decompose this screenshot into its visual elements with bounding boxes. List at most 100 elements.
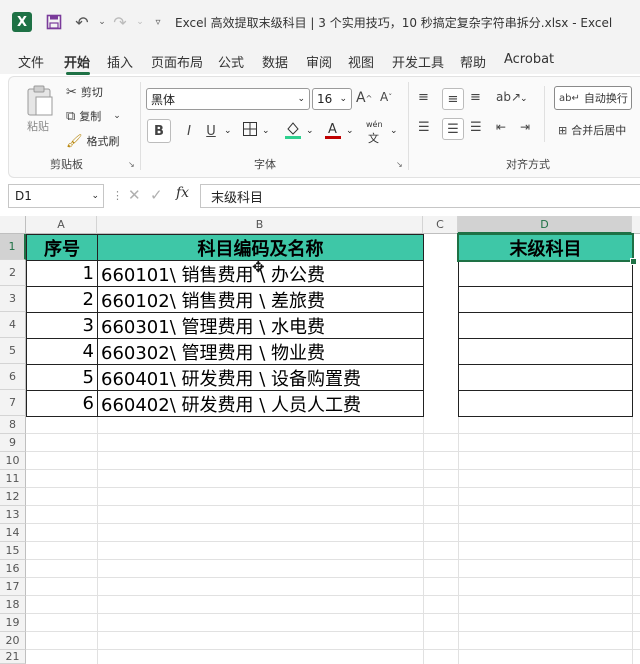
row-header[interactable]: 3 xyxy=(0,286,26,312)
font-color-dropdown-icon[interactable]: ⌄ xyxy=(346,126,354,136)
row-header[interactable]: 20 xyxy=(0,632,26,650)
underline-button[interactable]: U xyxy=(202,121,220,141)
table-cell-seq[interactable]: 2 xyxy=(26,286,98,313)
select-all-corner[interactable] xyxy=(0,216,26,234)
wrap-text-button[interactable]: ab↵ 自动换行 xyxy=(554,86,632,110)
format-painter-button[interactable]: 🖌 格式刷 xyxy=(66,133,120,149)
enter-icon[interactable]: ✓ xyxy=(150,186,163,204)
row-header[interactable]: 19 xyxy=(0,614,26,632)
paste-label[interactable]: 粘贴 xyxy=(27,118,49,134)
name-box[interactable]: D1 ⌄ xyxy=(8,184,104,208)
merge-center-button[interactable]: ⊞ 合并后居中 xyxy=(558,122,626,138)
font-color-icon[interactable]: A xyxy=(324,120,342,140)
align-bottom-icon[interactable]: ≡ xyxy=(470,90,481,105)
row-header[interactable]: 14 xyxy=(0,524,26,542)
font-name-select[interactable]: 黑体 ⌄ xyxy=(146,88,310,110)
tab-developer[interactable]: 开发工具 xyxy=(392,52,444,71)
table-cell-account[interactable]: 660402\ 研发费用 \ 人员人工费 xyxy=(97,390,424,417)
header-cell-account[interactable]: 科目编码及名称 xyxy=(97,234,424,261)
align-center-icon[interactable]: ☰ xyxy=(442,118,464,140)
paste-icon[interactable] xyxy=(22,84,56,118)
increase-indent-icon[interactable]: ⇥ xyxy=(520,120,530,134)
align-right-icon[interactable]: ☰ xyxy=(470,120,482,135)
cancel-icon[interactable]: ✕ xyxy=(128,186,141,204)
header-cell-seq[interactable]: 序号 xyxy=(26,234,98,261)
row-header[interactable]: 4 xyxy=(0,312,26,338)
row-header[interactable]: 2 xyxy=(0,260,26,286)
tab-formulas[interactable]: 公式 xyxy=(218,52,244,71)
table-cell-seq[interactable]: 6 xyxy=(26,390,98,417)
row-header[interactable]: 15 xyxy=(0,542,26,560)
row-header[interactable]: 6 xyxy=(0,364,26,390)
column-header-c[interactable]: C xyxy=(423,216,458,234)
orientation-dropdown-icon[interactable]: ⌄ xyxy=(520,94,528,104)
row-header[interactable]: 21 xyxy=(0,650,26,664)
tab-view[interactable]: 视图 xyxy=(348,52,374,71)
tab-insert[interactable]: 插入 xyxy=(107,52,133,71)
row-header[interactable]: 10 xyxy=(0,452,26,470)
customize-toolbar-icon[interactable]: ▿ xyxy=(148,12,168,32)
fill-handle[interactable] xyxy=(630,258,637,265)
tab-home[interactable]: 开始 xyxy=(64,52,90,71)
redo-dropdown-icon[interactable]: ⌄ xyxy=(130,12,150,32)
tab-page-layout[interactable]: 页面布局 xyxy=(151,52,203,71)
column-header-b[interactable]: B xyxy=(97,216,423,234)
result-cell[interactable] xyxy=(458,338,633,365)
decrease-indent-icon[interactable]: ⇤ xyxy=(496,120,506,134)
borders-dropdown-icon[interactable]: ⌄ xyxy=(262,126,270,136)
underline-dropdown-icon[interactable]: ⌄ xyxy=(224,126,232,136)
row-header[interactable]: 11 xyxy=(0,470,26,488)
column-header-d[interactable]: D xyxy=(458,216,632,234)
table-cell-account[interactable]: 660102\ 销售费用 \ 差旅费 xyxy=(97,286,424,313)
fill-color-icon[interactable] xyxy=(284,120,302,140)
save-icon[interactable] xyxy=(44,12,64,32)
decrease-font-size-icon[interactable]: Aˇ xyxy=(380,90,392,104)
cut-button[interactable]: ✂ 剪切 xyxy=(66,84,103,100)
row-header[interactable]: 16 xyxy=(0,560,26,578)
table-cell-account[interactable]: 660301\ 管理费用 \ 水电费 xyxy=(97,312,424,339)
table-cell-seq[interactable]: 4 xyxy=(26,338,98,365)
font-dialog-launcher-icon[interactable]: ↘ xyxy=(396,160,403,169)
tab-data[interactable]: 数据 xyxy=(262,52,288,71)
borders-icon[interactable] xyxy=(242,121,258,137)
align-top-icon[interactable]: ≡ xyxy=(418,90,429,105)
redo-icon[interactable]: ↷ xyxy=(110,12,130,32)
insert-function-icon[interactable]: fx xyxy=(176,185,189,201)
italic-button[interactable]: I xyxy=(180,121,198,141)
result-cell[interactable] xyxy=(458,312,633,339)
row-header[interactable]: 17 xyxy=(0,578,26,596)
tab-review[interactable]: 审阅 xyxy=(306,52,332,71)
phonetic-dropdown-icon[interactable]: ⌄ xyxy=(390,126,398,136)
bold-button[interactable]: B xyxy=(147,119,171,143)
formula-input[interactable]: 末级科目 xyxy=(200,184,640,208)
column-header-e[interactable] xyxy=(632,216,640,234)
orientation-icon[interactable]: ab↗ xyxy=(496,90,521,104)
result-cell[interactable] xyxy=(458,364,633,391)
copy-dropdown-icon[interactable]: ⌄ xyxy=(113,111,121,121)
row-header[interactable]: 12 xyxy=(0,488,26,506)
increase-font-size-icon[interactable]: A ^ xyxy=(356,90,372,106)
result-header-cell[interactable]: 末级科目 xyxy=(458,234,633,261)
result-cell[interactable] xyxy=(458,286,633,313)
table-cell-seq[interactable]: 5 xyxy=(26,364,98,391)
row-header[interactable]: 13 xyxy=(0,506,26,524)
table-cell-seq[interactable]: 3 xyxy=(26,312,98,339)
tab-file[interactable]: 文件 xyxy=(18,52,44,71)
row-header[interactable]: 5 xyxy=(0,338,26,364)
align-left-icon[interactable]: ☰ xyxy=(418,120,430,135)
row-header[interactable]: 8 xyxy=(0,416,26,434)
align-middle-icon[interactable]: ≡ xyxy=(442,88,464,110)
table-cell-account[interactable]: 660302\ 管理费用 \ 物业费 xyxy=(97,338,424,365)
copy-button[interactable]: ⧉ 复制 ⌄ xyxy=(66,108,121,124)
table-cell-account[interactable]: 660401\ 研发费用 \ 设备购置费 xyxy=(97,364,424,391)
tab-acrobat[interactable]: Acrobat xyxy=(504,52,554,67)
undo-dropdown-icon[interactable]: ⌄ xyxy=(92,12,112,32)
clipboard-dialog-launcher-icon[interactable]: ↘ xyxy=(128,160,135,169)
phonetic-guide-icon[interactable]: wén xyxy=(366,120,383,129)
column-header-a[interactable]: A xyxy=(26,216,97,234)
fill-color-dropdown-icon[interactable]: ⌄ xyxy=(306,126,314,136)
row-header[interactable]: 18 xyxy=(0,596,26,614)
result-cell[interactable] xyxy=(458,390,633,417)
row-header[interactable]: 7 xyxy=(0,390,26,416)
result-cell[interactable] xyxy=(458,260,633,287)
